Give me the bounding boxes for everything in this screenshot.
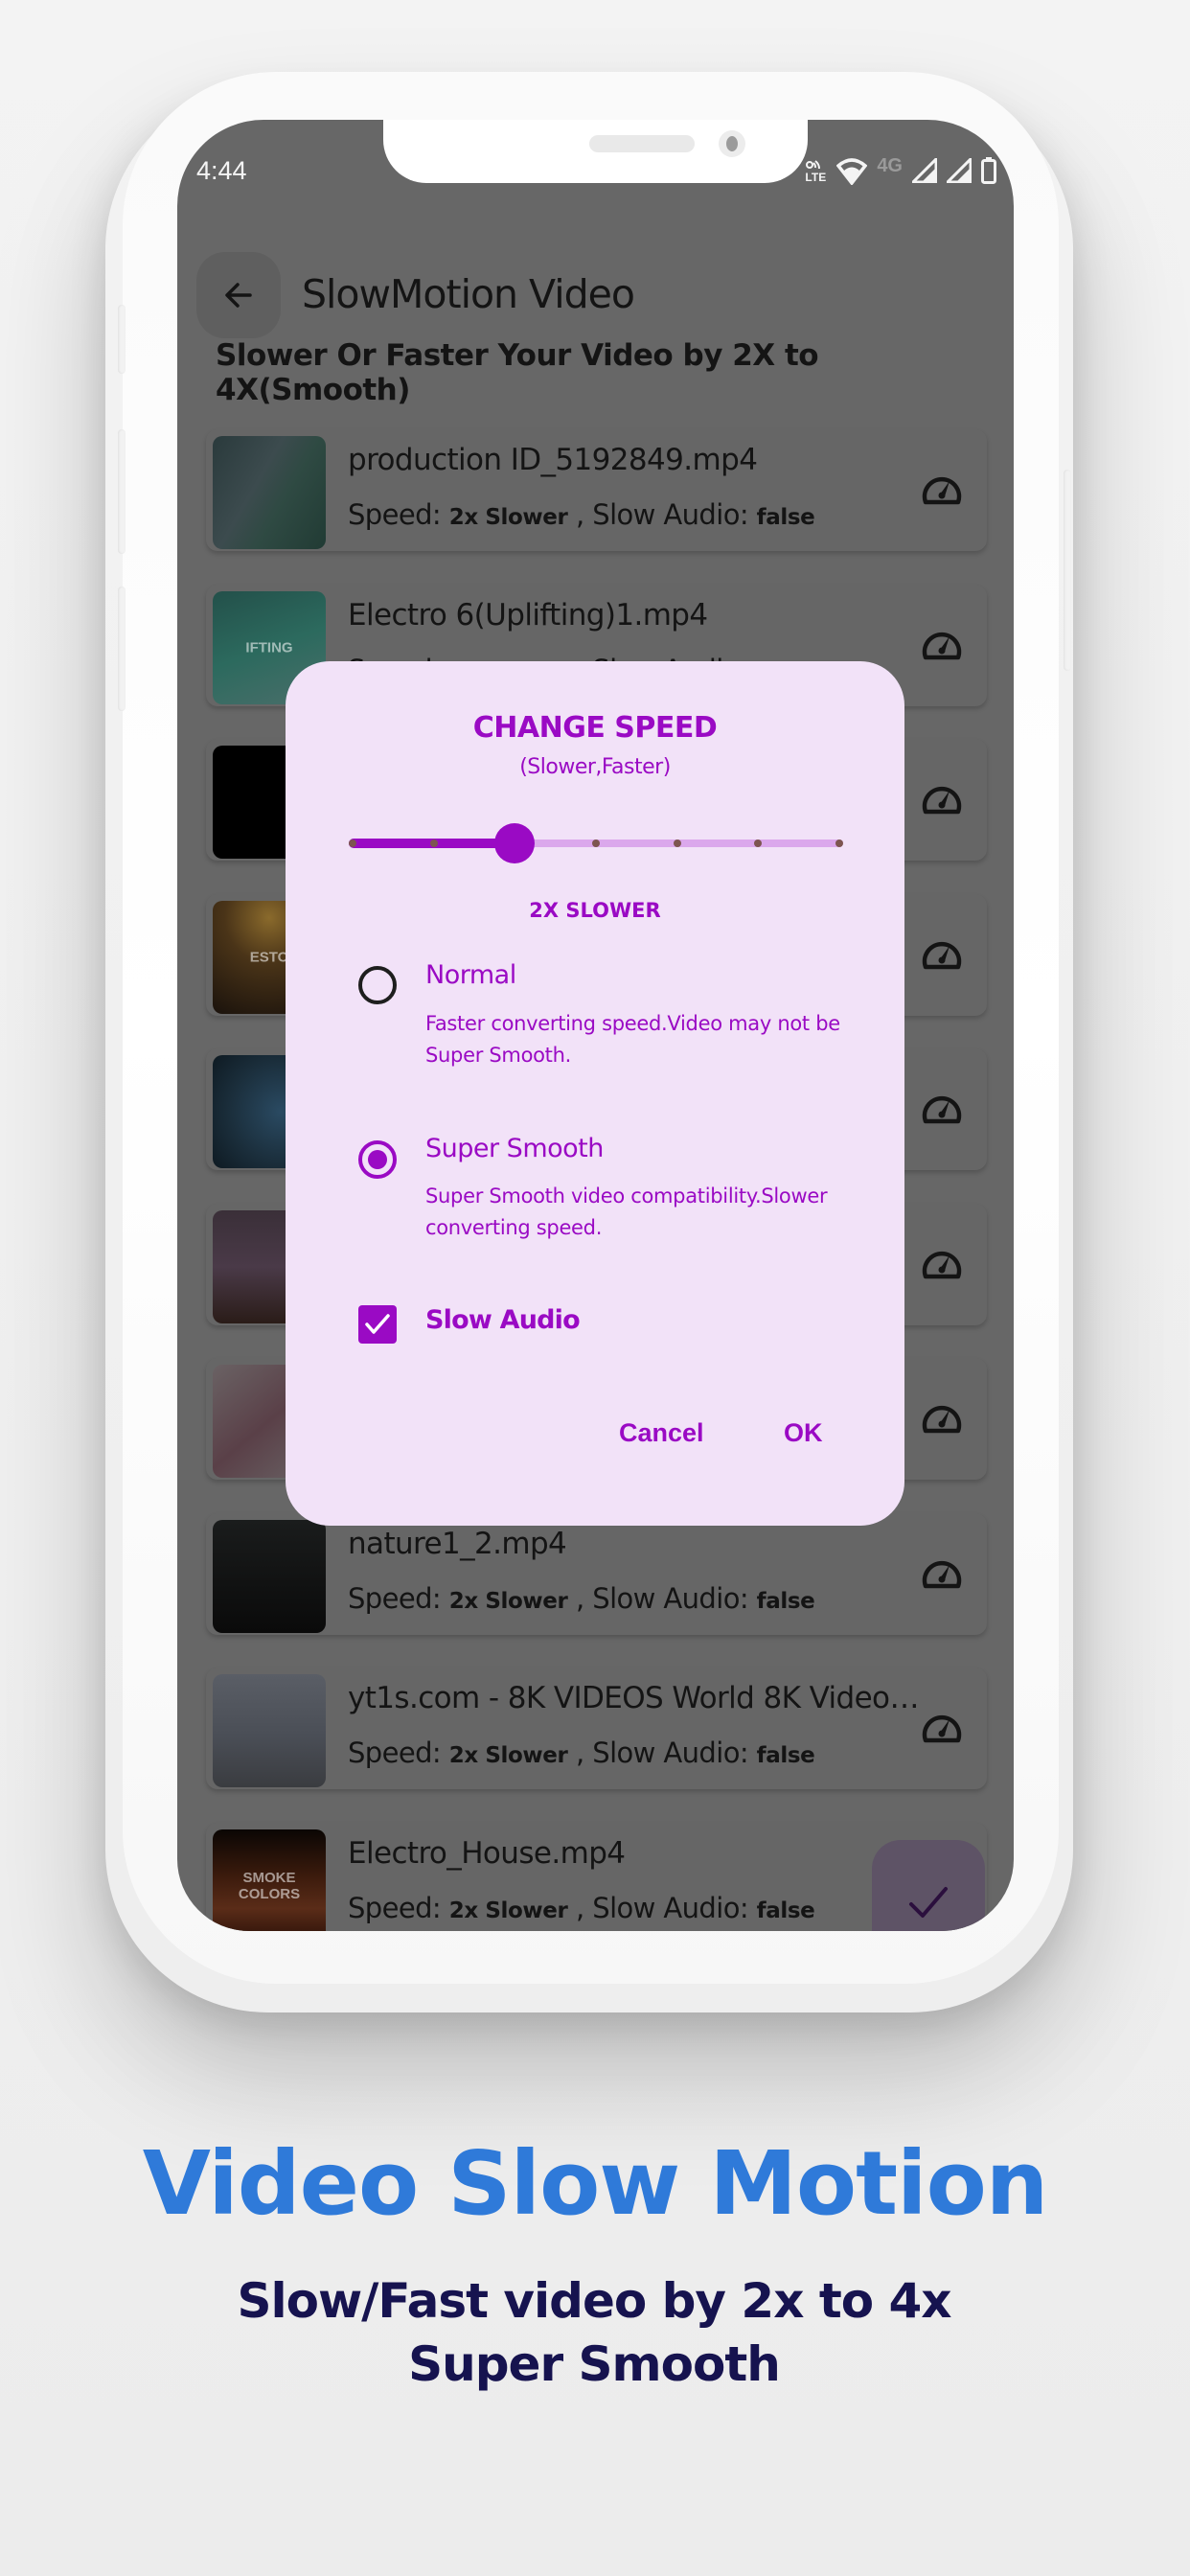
side-button-power [1064, 470, 1071, 671]
video-meta: Speed: 2x Slower , Slow Audio: false [348, 498, 815, 531]
speed-prefix: Speed: [348, 1736, 442, 1769]
speed-value: 2x Slower [448, 1743, 568, 1768]
volte-lte-icon: LTE [804, 158, 827, 183]
video-list-item[interactable]: SMOKE COLORS Electro_House.mp4 Speed: 2x S… [206, 1822, 987, 1931]
speed-value: 2x Slower [448, 505, 568, 530]
video-thumbnail: SMOKE COLORS [213, 1828, 326, 1931]
slow-audio-value: false [756, 1588, 815, 1614]
slow-audio-value: false [756, 1743, 815, 1768]
confirm-fab[interactable] [872, 1840, 985, 1931]
slow-audio-prefix: , Slow Audio: [576, 1736, 749, 1769]
video-list-item[interactable]: nature1_2.mp4 Speed: 2x Slower , Slow Aud… [206, 1512, 987, 1635]
slider-tick [429, 840, 438, 847]
speedometer-icon[interactable] [921, 1398, 963, 1437]
slow-audio-value: false [756, 505, 815, 530]
video-file-name: Electro_House.mp4 [348, 1835, 626, 1871]
battery-icon [981, 157, 996, 184]
speedometer-icon[interactable] [921, 470, 963, 508]
option-normal-label[interactable]: Normal [425, 960, 516, 990]
signal-icon-2 [947, 158, 972, 183]
earpiece-speaker [589, 135, 695, 152]
radio-super-smooth[interactable] [358, 1140, 397, 1179]
front-camera [719, 130, 745, 157]
video-file-name: production ID_5192849.mp4 [348, 443, 758, 477]
signal-icon [912, 158, 937, 183]
speed-prefix: Speed: [348, 1891, 442, 1924]
video-thumbnail [213, 1674, 326, 1787]
page-subtitle: Slower Or Faster Your Video by 2X to 4X(… [216, 338, 819, 407]
dialog-title: CHANGE SPEED [472, 711, 718, 745]
cancel-button[interactable]: Cancel [619, 1418, 704, 1448]
ok-button[interactable]: OK [784, 1418, 823, 1448]
video-meta: Speed: 2x Slower , Slow Audio: false [348, 1736, 815, 1769]
video-thumbnail [213, 1519, 326, 1633]
option-normal-description: Faster converting speed.Video may not be… [425, 1012, 840, 1067]
option-super-smooth-label[interactable]: Super Smooth [425, 1134, 604, 1163]
app-title: SlowMotion Video [302, 271, 635, 317]
slider-tick [673, 840, 681, 847]
slow-audio-prefix: , Slow Audio: [576, 498, 749, 531]
video-file-name: nature1_2.mp4 [348, 1526, 567, 1561]
arrow-left-icon [225, 283, 252, 308]
status-time: 4:44 [196, 156, 247, 185]
wifi-icon [836, 158, 868, 185]
speed-value: 2x Slower [448, 1898, 568, 1923]
network-type-label: 4G [877, 154, 903, 176]
slow-audio-prefix: , Slow Audio: [576, 1891, 749, 1924]
side-button-mute [118, 305, 126, 374]
speed-slider[interactable] [349, 822, 843, 864]
video-list-item[interactable]: production ID_5192849.mp4 Speed: 2x Slowe… [206, 429, 987, 551]
video-thumbnail [213, 436, 326, 549]
video-file-name: yt1s.com - 8K VIDEOS World 8K Videos H..… [348, 1681, 923, 1715]
speedometer-icon[interactable] [921, 1244, 963, 1282]
side-button-volume-down [118, 586, 126, 711]
promo-subtitle: Slow/Fast video by 2x to 4x Super Smooth [237, 2273, 951, 2392]
slow-audio-value: false [756, 1898, 815, 1923]
slider-tick [349, 840, 356, 847]
change-speed-dialog: CHANGE SPEED (Slower,Faster) 2X SLOWER N… [286, 661, 904, 1526]
dialog-subtitle: (Slower,Faster) [519, 755, 671, 779]
speedometer-icon[interactable] [921, 625, 963, 663]
radio-normal[interactable] [358, 966, 397, 1004]
slow-audio-checkbox[interactable] [358, 1305, 397, 1344]
back-button[interactable] [196, 252, 281, 338]
thumbnail-caption: IFTING [245, 639, 293, 656]
speedometer-icon[interactable] [921, 1089, 963, 1127]
video-list-item[interactable]: yt1s.com - 8K VIDEOS World 8K Videos H..… [206, 1668, 987, 1789]
speed-prefix: Speed: [348, 1581, 442, 1615]
option-super-smooth-description: Super Smooth video compatibility.Slower … [425, 1184, 828, 1239]
speed-prefix: Speed: [348, 498, 442, 531]
video-file-name: Electro 6(Uplifting)1.mp4 [348, 597, 708, 632]
slider-thumb[interactable] [494, 823, 536, 863]
speedometer-icon[interactable] [921, 1708, 963, 1746]
slow-audio-label[interactable]: Slow Audio [425, 1305, 581, 1335]
side-button-volume-up [118, 429, 126, 554]
promo-title: Video Slow Motion [142, 2132, 1049, 2235]
status-icons: LTE 4G [804, 154, 996, 185]
speedometer-icon[interactable] [921, 934, 963, 973]
app-bar: SlowMotion Video [177, 225, 1014, 340]
video-meta: Speed: 2x Slower , Slow Audio: false [348, 1891, 815, 1924]
slow-audio-prefix: , Slow Audio: [576, 1581, 749, 1615]
check-icon [909, 1887, 948, 1918]
speedometer-icon[interactable] [921, 1553, 963, 1592]
check-icon [365, 1314, 390, 1334]
thumbnail-caption: SMOKE COLORS [238, 1869, 301, 1902]
speed-value-label: 2X SLOWER [529, 899, 661, 922]
speed-value: 2x Slower [448, 1588, 568, 1614]
speedometer-icon[interactable] [921, 779, 963, 817]
video-meta: Speed: 2x Slower , Slow Audio: false [348, 1581, 815, 1615]
slider-tick [835, 840, 843, 847]
slider-tick [592, 840, 600, 847]
